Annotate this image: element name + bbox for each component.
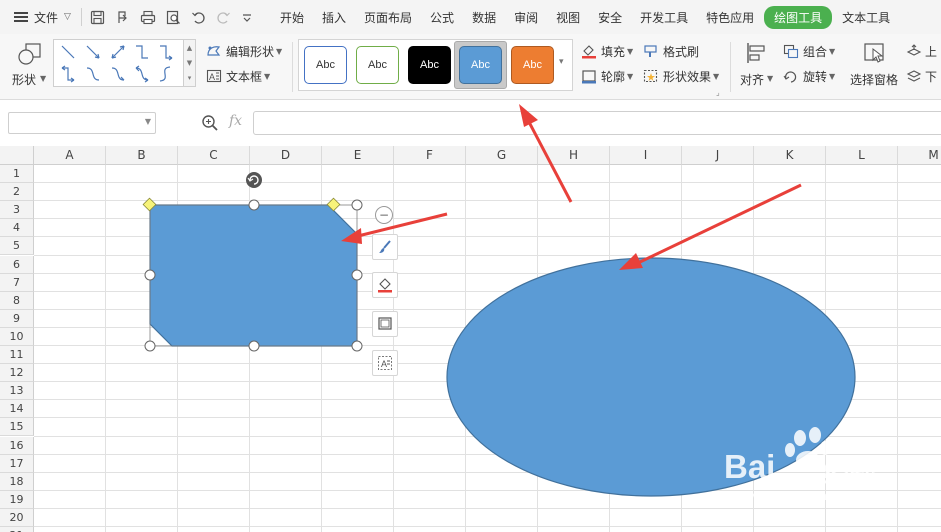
watermark-brand-left: Bai [724,448,776,485]
quick-fill-button[interactable] [372,272,398,298]
resize-handle-bottom-left[interactable] [144,340,156,352]
resize-handle-right[interactable] [351,269,363,281]
svg-text:A: A [381,359,387,369]
resize-handle-left[interactable] [144,269,156,281]
resize-handle-bottom[interactable] [248,340,260,352]
fill-bucket-icon [378,278,392,293]
collapse-icon[interactable]: − [375,206,393,224]
annotation-arrows [341,104,802,270]
rotate-handle[interactable] [246,172,262,188]
brush-icon [379,240,391,253]
resize-handle-top[interactable] [248,199,260,211]
resize-handle-bottom-right[interactable] [351,340,363,352]
quick-outline-button[interactable] [372,311,398,337]
snip-rectangle-shape[interactable] [149,204,358,347]
watermark-url: jingyan.baidu.com [730,489,827,503]
quick-style-button[interactable] [372,234,398,260]
resize-handle-top-right[interactable] [351,199,363,211]
quick-layout-button[interactable]: A [372,350,398,376]
outline-icon [378,317,392,330]
arrowhead [519,104,538,127]
watermark-brand-right: 经验 [822,459,876,490]
watermark: Bai 经验 jingyan.baidu.com [722,426,892,506]
annotation-arrow [527,121,573,203]
text-wrap-icon: A [378,356,392,370]
annotation-arrow [357,212,448,238]
annotation-arrow [639,183,802,264]
